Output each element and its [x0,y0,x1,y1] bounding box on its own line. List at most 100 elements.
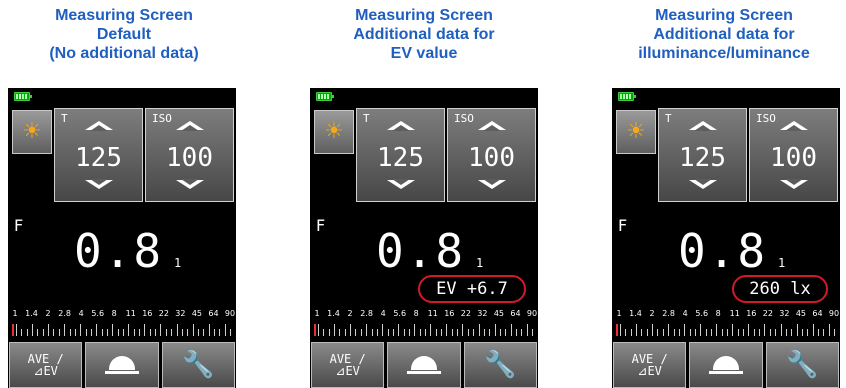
dome-button[interactable] [689,342,763,388]
sun-icon: ☀ [626,119,646,144]
aperture-scale-label: 2.8 [58,309,71,318]
chevron-down-icon[interactable] [175,179,204,189]
ruler-tick [625,329,627,336]
aperture-scale-label: 16 [142,309,153,318]
f-value: 0.8 [74,224,164,278]
ruler-tick [732,324,734,336]
settings-button[interactable]: 🔧 [765,342,839,388]
ruler-tick [694,329,696,336]
ruler-tick [419,329,421,336]
chevron-up-icon[interactable] [688,121,717,131]
iso-control[interactable]: ISO 100 [749,108,838,202]
ave-ev-label: AVE / ⊿EV [27,352,64,378]
ruler-tick [532,329,533,336]
ruler-tick [96,324,98,336]
chevron-down-icon[interactable] [477,179,506,189]
ruler-tick [398,324,400,336]
ruler-tick [515,329,517,336]
ruler-tick [689,329,691,336]
shutter-value: 125 [679,143,726,173]
ruler-tick [817,329,819,336]
panel-default: Measuring Screen Default (No additional … [4,0,244,388]
ruler-tick [721,329,723,336]
ruler-tick [203,329,205,336]
aperture-scale-label: 16 [746,309,757,318]
ruler-tick [53,329,55,336]
ave-ev-button[interactable]: AVE / ⊿EV [9,342,83,388]
ruler-tick [678,329,680,336]
iso-value: 100 [166,143,213,173]
ruler-tick [37,329,39,336]
ruler-tick [139,329,141,336]
caption-line: illuminance/luminance [638,45,810,62]
chevron-down-icon[interactable] [688,179,717,189]
chevron-up-icon[interactable] [477,121,506,131]
wrench-icon: 🔧 [484,350,517,380]
iso-control[interactable]: ISO 100 [447,108,536,202]
ave-ev-button[interactable]: AVE / ⊿EV [311,342,385,388]
ruler-tick [620,324,621,336]
caption-line: (No additional data) [49,45,199,62]
ruler-tick [657,329,659,336]
ruler-tick [727,329,728,336]
ruler-tick [123,329,124,336]
iso-control[interactable]: ISO 100 [145,108,234,202]
f-value-subscript: 1 [174,256,182,270]
ruler-tick [684,324,686,336]
ruler-tick [165,329,167,336]
ruler-tick [505,329,507,336]
ruler-tick [526,324,528,336]
shutter-control[interactable]: T 125 [356,108,445,202]
settings-button[interactable]: 🔧 [161,342,235,388]
ruler-tick [743,329,745,336]
ruler-tick [213,329,215,336]
aperture-scale-label: 5.6 [695,309,709,318]
shutter-control[interactable]: T 125 [658,108,747,202]
chevron-up-icon[interactable] [175,121,204,131]
dome-button[interactable] [85,342,159,388]
light-mode-button[interactable]: ☀ [12,110,52,154]
aperture-scale-label: 2 [347,309,353,318]
ev-value-display: EV +6.7 [418,275,526,303]
ruler-tick [219,329,221,336]
ruler-tick [641,329,643,336]
ruler-tick [360,329,362,336]
chevron-down-icon[interactable] [386,179,415,189]
ruler-tick [160,324,162,336]
ruler-tick [16,324,17,336]
ruler-tick [700,324,702,336]
ruler-tick [355,329,357,336]
shutter-label: T [665,112,672,125]
ruler-tick [90,329,92,336]
aperture-scale-label: 64 [510,309,521,318]
shutter-control[interactable]: T 125 [54,108,143,202]
aperture-scale-label: 90 [526,309,538,318]
ruler-tick [176,324,178,336]
light-mode-button[interactable]: ☀ [616,110,656,154]
aperture-scale-label: 45 [191,309,203,318]
chevron-down-icon[interactable] [84,179,113,189]
shutter-value: 125 [75,143,122,173]
aperture-scale-label: 2 [649,309,655,318]
illuminance-value-display: 260 lx [732,275,828,303]
ruler-tick [48,324,50,336]
chevron-up-icon[interactable] [386,121,415,131]
f-value: 0.8 [376,224,466,278]
ruler-tick [208,324,210,336]
dome-button[interactable] [387,342,461,388]
aperture-scale-ruler [12,324,234,336]
chevron-down-icon[interactable] [779,179,808,189]
ruler-tick [58,329,60,336]
ave-ev-button[interactable]: AVE / ⊿EV [613,342,687,388]
ruler-tick [807,329,809,336]
ruler-tick [834,329,835,336]
chevron-up-icon[interactable] [84,121,113,131]
aperture-scale-label: 8 [111,309,117,318]
settings-button[interactable]: 🔧 [463,342,537,388]
chevron-up-icon[interactable] [779,121,808,131]
panel-caption: Measuring Screen Additional data for EV … [304,6,544,63]
light-mode-button[interactable]: ☀ [314,110,354,154]
aperture-scale-label: 11 [125,309,136,318]
aperture-scale-label: 11 [427,309,438,318]
shutter-label: T [61,112,68,125]
